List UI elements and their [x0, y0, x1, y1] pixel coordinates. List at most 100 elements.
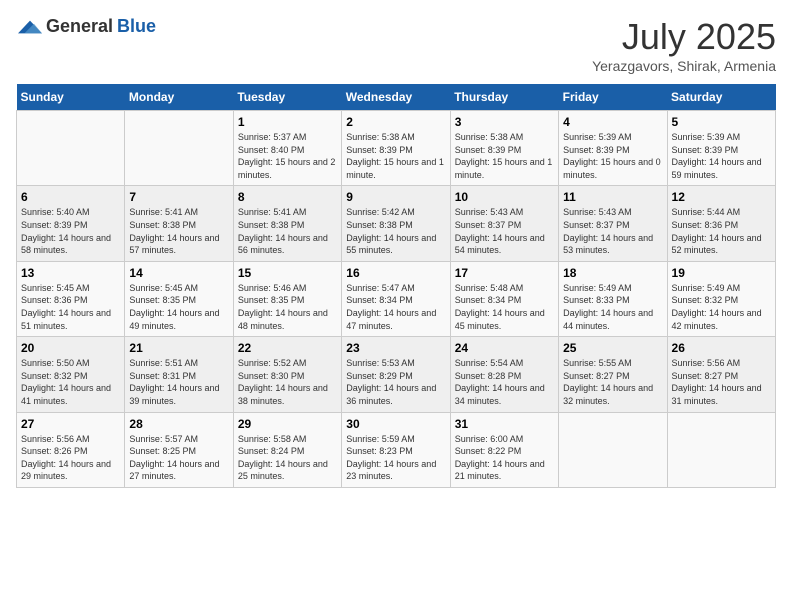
- sunset-text: Sunset: 8:39 PM: [21, 219, 120, 232]
- calendar-cell: [125, 111, 233, 186]
- calendar-cell: 7Sunrise: 5:41 AMSunset: 8:38 PMDaylight…: [125, 186, 233, 261]
- day-info: Sunrise: 5:43 AMSunset: 8:37 PMDaylight:…: [455, 206, 554, 256]
- day-info: Sunrise: 5:54 AMSunset: 8:28 PMDaylight:…: [455, 357, 554, 407]
- daylight-text: Daylight: 14 hours and 57 minutes.: [129, 232, 228, 257]
- daylight-text: Daylight: 14 hours and 25 minutes.: [238, 458, 337, 483]
- day-number: 16: [346, 266, 445, 280]
- weekday-header: Sunday: [17, 84, 125, 111]
- day-info: Sunrise: 5:42 AMSunset: 8:38 PMDaylight:…: [346, 206, 445, 256]
- day-number: 22: [238, 341, 337, 355]
- sunset-text: Sunset: 8:26 PM: [21, 445, 120, 458]
- weekday-header: Thursday: [450, 84, 558, 111]
- sunset-text: Sunset: 8:34 PM: [346, 294, 445, 307]
- sunrise-text: Sunrise: 5:43 AM: [563, 206, 662, 219]
- daylight-text: Daylight: 14 hours and 54 minutes.: [455, 232, 554, 257]
- sunrise-text: Sunrise: 5:39 AM: [672, 131, 771, 144]
- daylight-text: Daylight: 14 hours and 51 minutes.: [21, 307, 120, 332]
- sunrise-text: Sunrise: 5:41 AM: [238, 206, 337, 219]
- daylight-text: Daylight: 14 hours and 39 minutes.: [129, 382, 228, 407]
- day-number: 31: [455, 417, 554, 431]
- logo-blue: Blue: [117, 16, 156, 37]
- sunset-text: Sunset: 8:29 PM: [346, 370, 445, 383]
- day-info: Sunrise: 5:50 AMSunset: 8:32 PMDaylight:…: [21, 357, 120, 407]
- calendar-cell: 9 Sunrise: 5:42 AMSunset: 8:38 PMDaylight…: [342, 186, 450, 261]
- sunrise-text: Sunrise: 5:57 AM: [129, 433, 228, 446]
- calendar-cell: 19Sunrise: 5:49 AMSunset: 8:32 PMDayligh…: [667, 261, 775, 336]
- day-number: 4: [563, 115, 662, 129]
- calendar-week-row: 27 Sunrise: 5:56 AMSunset: 8:26 PMDayligh…: [17, 412, 776, 487]
- sunrise-text: Sunrise: 5:47 AM: [346, 282, 445, 295]
- day-info: Sunrise: 5:37 AMSunset: 8:40 PMDaylight:…: [238, 131, 337, 181]
- sunrise-text: Sunrise: 5:53 AM: [346, 357, 445, 370]
- day-info: Sunrise: 5:51 AMSunset: 8:31 PMDaylight:…: [129, 357, 228, 407]
- day-info: Sunrise: 5:55 AMSunset: 8:27 PMDaylight:…: [563, 357, 662, 407]
- month-title: July 2025: [592, 16, 776, 58]
- logo: GeneralBlue: [16, 16, 156, 37]
- calendar-cell: 24 Sunrise: 5:54 AMSunset: 8:28 PMDayligh…: [450, 337, 558, 412]
- sunrise-text: Sunrise: 5:49 AM: [672, 282, 771, 295]
- day-number: 24: [455, 341, 554, 355]
- daylight-text: Daylight: 14 hours and 58 minutes.: [21, 232, 120, 257]
- daylight-text: Daylight: 14 hours and 45 minutes.: [455, 307, 554, 332]
- sunset-text: Sunset: 8:39 PM: [455, 144, 554, 157]
- sunrise-text: Sunrise: 5:38 AM: [455, 131, 554, 144]
- day-number: 6: [21, 190, 120, 204]
- sunset-text: Sunset: 8:38 PM: [129, 219, 228, 232]
- day-number: 3: [455, 115, 554, 129]
- day-number: 12: [672, 190, 771, 204]
- calendar-cell: 14Sunrise: 5:45 AMSunset: 8:35 PMDayligh…: [125, 261, 233, 336]
- sunset-text: Sunset: 8:34 PM: [455, 294, 554, 307]
- calendar-cell: 28Sunrise: 5:57 AMSunset: 8:25 PMDayligh…: [125, 412, 233, 487]
- daylight-text: Daylight: 15 hours and 0 minutes.: [563, 156, 662, 181]
- sunset-text: Sunset: 8:35 PM: [129, 294, 228, 307]
- daylight-text: Daylight: 14 hours and 29 minutes.: [21, 458, 120, 483]
- day-number: 8: [238, 190, 337, 204]
- calendar-cell: 12Sunrise: 5:44 AMSunset: 8:36 PMDayligh…: [667, 186, 775, 261]
- calendar-week-row: 20Sunrise: 5:50 AMSunset: 8:32 PMDayligh…: [17, 337, 776, 412]
- daylight-text: Daylight: 14 hours and 53 minutes.: [563, 232, 662, 257]
- day-number: 1: [238, 115, 337, 129]
- sunset-text: Sunset: 8:39 PM: [563, 144, 662, 157]
- weekday-header: Wednesday: [342, 84, 450, 111]
- sunrise-text: Sunrise: 5:55 AM: [563, 357, 662, 370]
- sunrise-text: Sunrise: 5:45 AM: [21, 282, 120, 295]
- day-info: Sunrise: 5:39 AMSunset: 8:39 PMDaylight:…: [563, 131, 662, 181]
- location-subtitle: Yerazgavors, Shirak, Armenia: [592, 58, 776, 74]
- calendar-cell: 29Sunrise: 5:58 AMSunset: 8:24 PMDayligh…: [233, 412, 341, 487]
- day-info: Sunrise: 5:56 AMSunset: 8:26 PMDaylight:…: [21, 433, 120, 483]
- sunrise-text: Sunrise: 6:00 AM: [455, 433, 554, 446]
- logo-icon: [18, 17, 42, 37]
- page-header: GeneralBlue July 2025 Yerazgavors, Shira…: [16, 16, 776, 74]
- calendar-cell: 5Sunrise: 5:39 AMSunset: 8:39 PMDaylight…: [667, 111, 775, 186]
- sunset-text: Sunset: 8:37 PM: [455, 219, 554, 232]
- calendar-cell: 23 Sunrise: 5:53 AMSunset: 8:29 PMDayligh…: [342, 337, 450, 412]
- sunset-text: Sunset: 8:35 PM: [238, 294, 337, 307]
- sunrise-text: Sunrise: 5:37 AM: [238, 131, 337, 144]
- calendar-cell: 17Sunrise: 5:48 AMSunset: 8:34 PMDayligh…: [450, 261, 558, 336]
- sunrise-text: Sunrise: 5:52 AM: [238, 357, 337, 370]
- sunset-text: Sunset: 8:38 PM: [346, 219, 445, 232]
- day-number: 5: [672, 115, 771, 129]
- day-number: 18: [563, 266, 662, 280]
- day-number: 15: [238, 266, 337, 280]
- sunset-text: Sunset: 8:23 PM: [346, 445, 445, 458]
- calendar-table: SundayMondayTuesdayWednesdayThursdayFrid…: [16, 84, 776, 488]
- sunset-text: Sunset: 8:39 PM: [672, 144, 771, 157]
- day-info: Sunrise: 5:59 AMSunset: 8:23 PMDaylight:…: [346, 433, 445, 483]
- calendar-cell: 30Sunrise: 5:59 AMSunset: 8:23 PMDayligh…: [342, 412, 450, 487]
- calendar-cell: 20Sunrise: 5:50 AMSunset: 8:32 PMDayligh…: [17, 337, 125, 412]
- sunrise-text: Sunrise: 5:43 AM: [455, 206, 554, 219]
- sunset-text: Sunset: 8:28 PM: [455, 370, 554, 383]
- day-number: 23: [346, 341, 445, 355]
- daylight-text: Daylight: 14 hours and 44 minutes.: [563, 307, 662, 332]
- day-number: 28: [129, 417, 228, 431]
- title-block: July 2025 Yerazgavors, Shirak, Armenia: [592, 16, 776, 74]
- daylight-text: Daylight: 14 hours and 42 minutes.: [672, 307, 771, 332]
- sunrise-text: Sunrise: 5:41 AM: [129, 206, 228, 219]
- calendar-cell: 1 Sunrise: 5:37 AMSunset: 8:40 PMDaylight…: [233, 111, 341, 186]
- day-number: 27: [21, 417, 120, 431]
- calendar-cell: [559, 412, 667, 487]
- day-number: 9: [346, 190, 445, 204]
- weekday-header: Tuesday: [233, 84, 341, 111]
- daylight-text: Daylight: 14 hours and 36 minutes.: [346, 382, 445, 407]
